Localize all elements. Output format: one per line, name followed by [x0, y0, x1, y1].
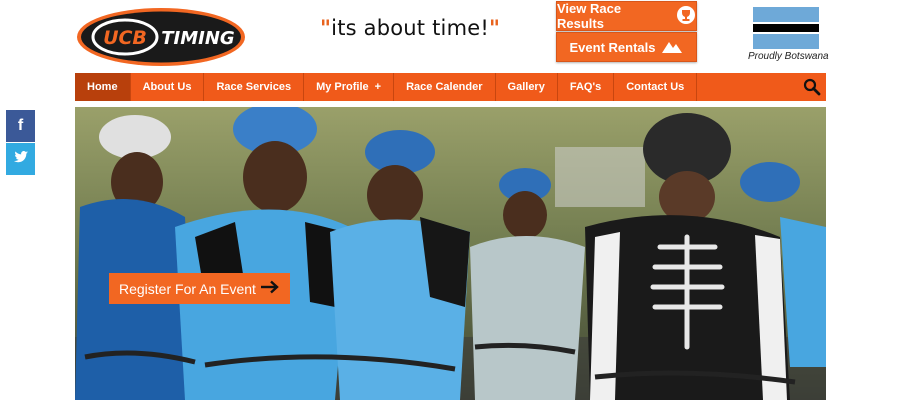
- arrow-right-icon: [260, 280, 280, 297]
- nav-about-us-label: About Us: [142, 81, 192, 93]
- tagline: "its about time!": [320, 16, 500, 40]
- nav-faqs[interactable]: FAQ's: [558, 73, 615, 101]
- tagline-close-quote: ": [488, 16, 501, 40]
- nav-race-services-label: Race Services: [216, 81, 292, 93]
- svg-text:TIMING: TIMING: [161, 28, 234, 49]
- nav-race-calender[interactable]: Race Calender: [394, 73, 496, 101]
- event-rentals-label: Event Rentals: [569, 39, 656, 55]
- nav-faqs-label: FAQ's: [569, 81, 602, 93]
- nav-contact-us[interactable]: Contact Us: [614, 73, 698, 101]
- nav-gallery[interactable]: Gallery: [496, 73, 558, 101]
- nav-race-services[interactable]: Race Services: [204, 73, 305, 101]
- nav-my-profile[interactable]: My Profile +: [304, 73, 395, 101]
- register-for-event-button[interactable]: Register For An Event: [109, 273, 290, 304]
- facebook-icon: f: [17, 117, 24, 134]
- mountain-icon: [661, 38, 683, 57]
- nav-about-us[interactable]: About Us: [131, 73, 205, 101]
- search-icon[interactable]: [798, 73, 826, 101]
- twitter-share-button[interactable]: [6, 143, 35, 175]
- nav-race-calender-label: Race Calender: [406, 81, 483, 93]
- twitter-icon: [13, 150, 28, 168]
- nav-home[interactable]: Home: [75, 73, 131, 101]
- proudly-botswana-caption: Proudly Botswana: [748, 51, 829, 62]
- ucb-timing-logo[interactable]: UCB TIMING: [75, 6, 247, 68]
- main-nav: Home About Us Race Services My Profile + …: [75, 73, 826, 101]
- nav-contact-us-label: Contact Us: [626, 81, 685, 93]
- hero-banner-image: [75, 107, 826, 400]
- nav-my-profile-label: My Profile: [316, 81, 369, 93]
- tagline-text: its about time!: [331, 16, 489, 40]
- event-rentals-button[interactable]: Event Rentals: [556, 32, 697, 62]
- view-race-results-button[interactable]: View Race Results: [556, 1, 697, 31]
- view-race-results-label: View Race Results: [557, 1, 622, 31]
- tagline-open-quote: ": [320, 16, 332, 40]
- facebook-share-button[interactable]: f: [6, 110, 35, 142]
- register-for-event-label: Register For An Event: [119, 280, 256, 297]
- trophy-icon: [676, 5, 696, 28]
- nav-my-profile-plus-icon: +: [374, 81, 382, 93]
- nav-gallery-label: Gallery: [507, 81, 545, 93]
- svg-text:UCB: UCB: [103, 27, 147, 49]
- nav-home-label: Home: [87, 81, 118, 93]
- botswana-flag: [753, 7, 819, 49]
